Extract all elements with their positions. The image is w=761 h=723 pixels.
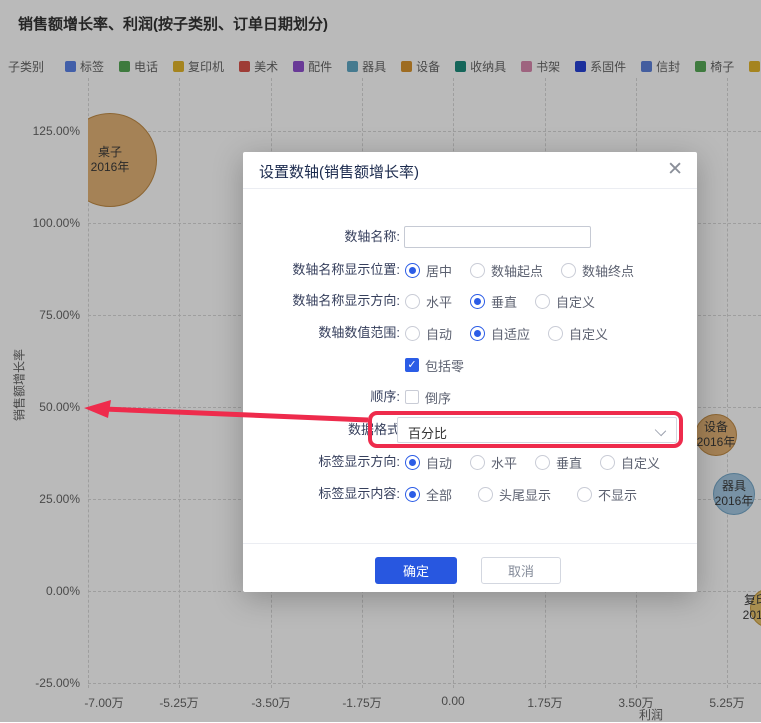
axis-name-row: 数轴名称: — [243, 226, 697, 248]
radio-自适应[interactable]: 自适应 — [470, 324, 530, 343]
radio-水平[interactable]: 水平 — [405, 292, 452, 311]
label-content-options: 全部 头尾显示 不显示 — [405, 483, 637, 505]
data-format-value: 百分比 — [408, 423, 447, 442]
option-label: 水平 — [491, 453, 517, 472]
option-label: 自定义 — [569, 324, 608, 343]
dialog-footer: 确定 取消 — [243, 543, 697, 592]
radio-icon[interactable] — [405, 326, 420, 341]
axis-name-label: 数轴名称: — [243, 226, 400, 248]
dialog-header: 设置数轴(销售额增长率) ✕ — [243, 152, 697, 189]
radio-全部[interactable]: 全部 — [405, 485, 452, 504]
name-direction-options: 水平 垂直 自定义 — [405, 290, 595, 312]
radio-不显示[interactable]: 不显示 — [577, 485, 637, 504]
radio-头尾显示[interactable]: 头尾显示 — [478, 485, 551, 504]
data-format-row: 数据格式 百分比 — [243, 417, 697, 443]
axis-name-input[interactable] — [404, 226, 591, 248]
order-options: 倒序 — [405, 386, 451, 408]
name-direction-row: 数轴名称显示方向: 水平 垂直 自定义 — [243, 290, 697, 312]
label-content-label: 标签显示内容: — [243, 483, 400, 505]
ok-button[interactable]: 确定 — [375, 557, 457, 584]
label-content-row: 标签显示内容: 全部 头尾显示 不显示 — [243, 483, 697, 505]
value-range-row: 数轴数值范围: 自动 自适应 自定义 — [243, 322, 697, 344]
option-label: 自定义 — [556, 292, 595, 311]
radio-自动[interactable]: 自动 — [405, 324, 452, 343]
radio-数轴终点[interactable]: 数轴终点 — [561, 261, 634, 280]
close-icon[interactable]: ✕ — [667, 158, 683, 182]
radio-icon[interactable] — [535, 294, 550, 309]
include-zero-options: ✓ 包括零 — [405, 354, 464, 376]
order-row: 顺序: 倒序 — [243, 386, 697, 408]
name-direction-label: 数轴名称显示方向: — [243, 290, 400, 312]
option-label: 自动 — [426, 453, 452, 472]
radio-icon[interactable] — [405, 487, 420, 502]
option-label: 头尾显示 — [499, 485, 551, 504]
checkbox-倒序[interactable]: 倒序 — [405, 388, 451, 407]
data-format-dropdown[interactable]: 百分比 — [397, 417, 677, 443]
radio-icon[interactable] — [577, 487, 592, 502]
option-label: 自适应 — [491, 324, 530, 343]
value-range-label: 数轴数值范围: — [243, 322, 400, 344]
option-label: 包括零 — [425, 356, 464, 375]
chevron-down-icon — [655, 425, 666, 436]
radio-icon[interactable] — [535, 455, 550, 470]
checkbox-icon[interactable]: ✓ — [405, 358, 419, 372]
radio-icon[interactable] — [470, 326, 485, 341]
include-zero-row: ✓ 包括零 — [243, 354, 697, 376]
radio-垂直[interactable]: 垂直 — [470, 292, 517, 311]
option-label: 居中 — [426, 261, 452, 280]
checkbox-icon[interactable] — [405, 390, 419, 404]
option-label: 垂直 — [491, 292, 517, 311]
radio-居中[interactable]: 居中 — [405, 261, 452, 280]
radio-icon[interactable] — [405, 294, 420, 309]
name-position-label: 数轴名称显示位置: — [243, 259, 400, 281]
radio-水平[interactable]: 水平 — [470, 453, 517, 472]
label-direction-label: 标签显示方向: — [243, 451, 400, 473]
radio-icon[interactable] — [470, 455, 485, 470]
name-position-row: 数轴名称显示位置: 居中 数轴起点 数轴终点 — [243, 259, 697, 281]
name-position-options: 居中 数轴起点 数轴终点 — [405, 259, 634, 281]
option-label: 全部 — [426, 485, 452, 504]
radio-icon[interactable] — [478, 487, 493, 502]
radio-icon[interactable] — [470, 263, 485, 278]
radio-icon[interactable] — [405, 455, 420, 470]
radio-自定义[interactable]: 自定义 — [535, 292, 595, 311]
radio-自定义[interactable]: 自定义 — [548, 324, 608, 343]
radio-自动[interactable]: 自动 — [405, 453, 452, 472]
option-label: 不显示 — [598, 485, 637, 504]
radio-数轴起点[interactable]: 数轴起点 — [470, 261, 543, 280]
radio-icon[interactable] — [405, 263, 420, 278]
label-direction-row: 标签显示方向: 自动 水平 垂直 自定义 — [243, 451, 697, 473]
axis-settings-dialog: 设置数轴(销售额增长率) ✕ 数轴名称: 数轴名称显示位置: 居中 数轴起点 数轴终… — [243, 152, 697, 592]
dialog-title: 设置数轴(销售额增长率) — [259, 161, 419, 182]
data-format-label: 数据格式 — [243, 417, 400, 443]
cancel-button[interactable]: 取消 — [481, 557, 561, 584]
label-direction-options: 自动 水平 垂直 自定义 — [405, 451, 660, 473]
radio-icon[interactable] — [470, 294, 485, 309]
radio-icon[interactable] — [600, 455, 615, 470]
option-label: 垂直 — [556, 453, 582, 472]
radio-icon[interactable] — [548, 326, 563, 341]
option-label: 数轴起点 — [491, 261, 543, 280]
order-label: 顺序: — [243, 386, 400, 408]
option-label: 倒序 — [425, 388, 451, 407]
radio-icon[interactable] — [561, 263, 576, 278]
option-label: 自定义 — [621, 453, 660, 472]
value-range-options: 自动 自适应 自定义 — [405, 322, 608, 344]
checkbox-包括零[interactable]: ✓ 包括零 — [405, 356, 464, 375]
radio-垂直[interactable]: 垂直 — [535, 453, 582, 472]
option-label: 水平 — [426, 292, 452, 311]
option-label: 自动 — [426, 324, 452, 343]
option-label: 数轴终点 — [582, 261, 634, 280]
radio-自定义[interactable]: 自定义 — [600, 453, 660, 472]
